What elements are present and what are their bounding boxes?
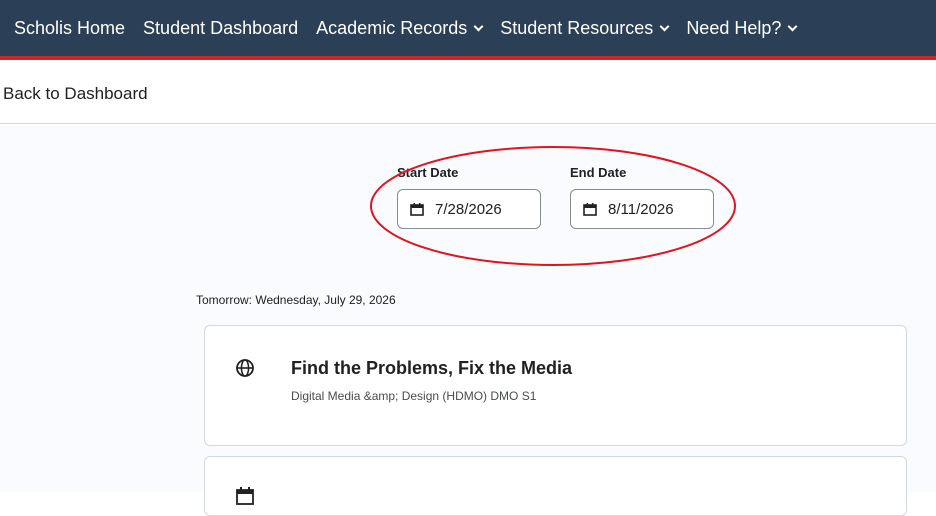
end-date-filter: End Date 8/11/2026 <box>570 165 714 229</box>
nav-student-resources[interactable]: Student Resources <box>500 17 670 39</box>
nav-item-label: Academic Records <box>316 17 468 38</box>
nav-item-label: Scholis Home <box>14 17 126 38</box>
list-item[interactable] <box>204 456 907 516</box>
chevron-down-icon <box>787 21 798 31</box>
main-content: Start Date 7/28/2026 End Date 8/11/2026 <box>0 125 936 516</box>
item-title[interactable]: Find the Problems, Fix the Media <box>291 358 572 379</box>
nav-academic-records[interactable]: Academic Records <box>316 17 484 39</box>
nav-need-help[interactable]: Need Help? <box>686 17 798 39</box>
start-date-input[interactable]: 7/28/2026 <box>397 189 541 229</box>
top-navigation-bar: Scholis Home Student Dashboard Academic … <box>0 0 936 60</box>
nav-item-label: Student Dashboard <box>143 17 299 38</box>
nav-scholis-home[interactable]: Scholis Home <box>14 18 125 39</box>
list-item[interactable]: Find the Problems, Fix the Media Digital… <box>204 325 907 446</box>
globe-icon <box>236 359 254 377</box>
nav-student-dashboard[interactable]: Student Dashboard <box>143 18 298 39</box>
calendar-icon <box>410 202 424 216</box>
end-date-value: 8/11/2026 <box>608 200 674 218</box>
calendar-icon <box>583 202 597 216</box>
end-date-input[interactable]: 8/11/2026 <box>570 189 714 229</box>
calendar-icon <box>236 487 254 505</box>
nav-item-label: Need Help? <box>686 17 782 38</box>
back-to-dashboard-link[interactable]: Back to Dashboard <box>3 84 148 104</box>
day-heading: Tomorrow: Wednesday, July 29, 2026 <box>196 293 396 307</box>
start-date-label: Start Date <box>397 165 459 180</box>
end-date-label: End Date <box>570 165 627 180</box>
back-bar: Back to Dashboard <box>0 64 936 124</box>
start-date-filter: Start Date 7/28/2026 <box>397 165 541 229</box>
item-course: Digital Media &amp; Design (HDMO) DMO S1 <box>291 389 537 403</box>
chevron-down-icon <box>659 21 670 31</box>
chevron-down-icon <box>473 21 484 31</box>
start-date-value: 7/28/2026 <box>435 200 502 218</box>
nav-item-label: Student Resources <box>500 17 654 38</box>
